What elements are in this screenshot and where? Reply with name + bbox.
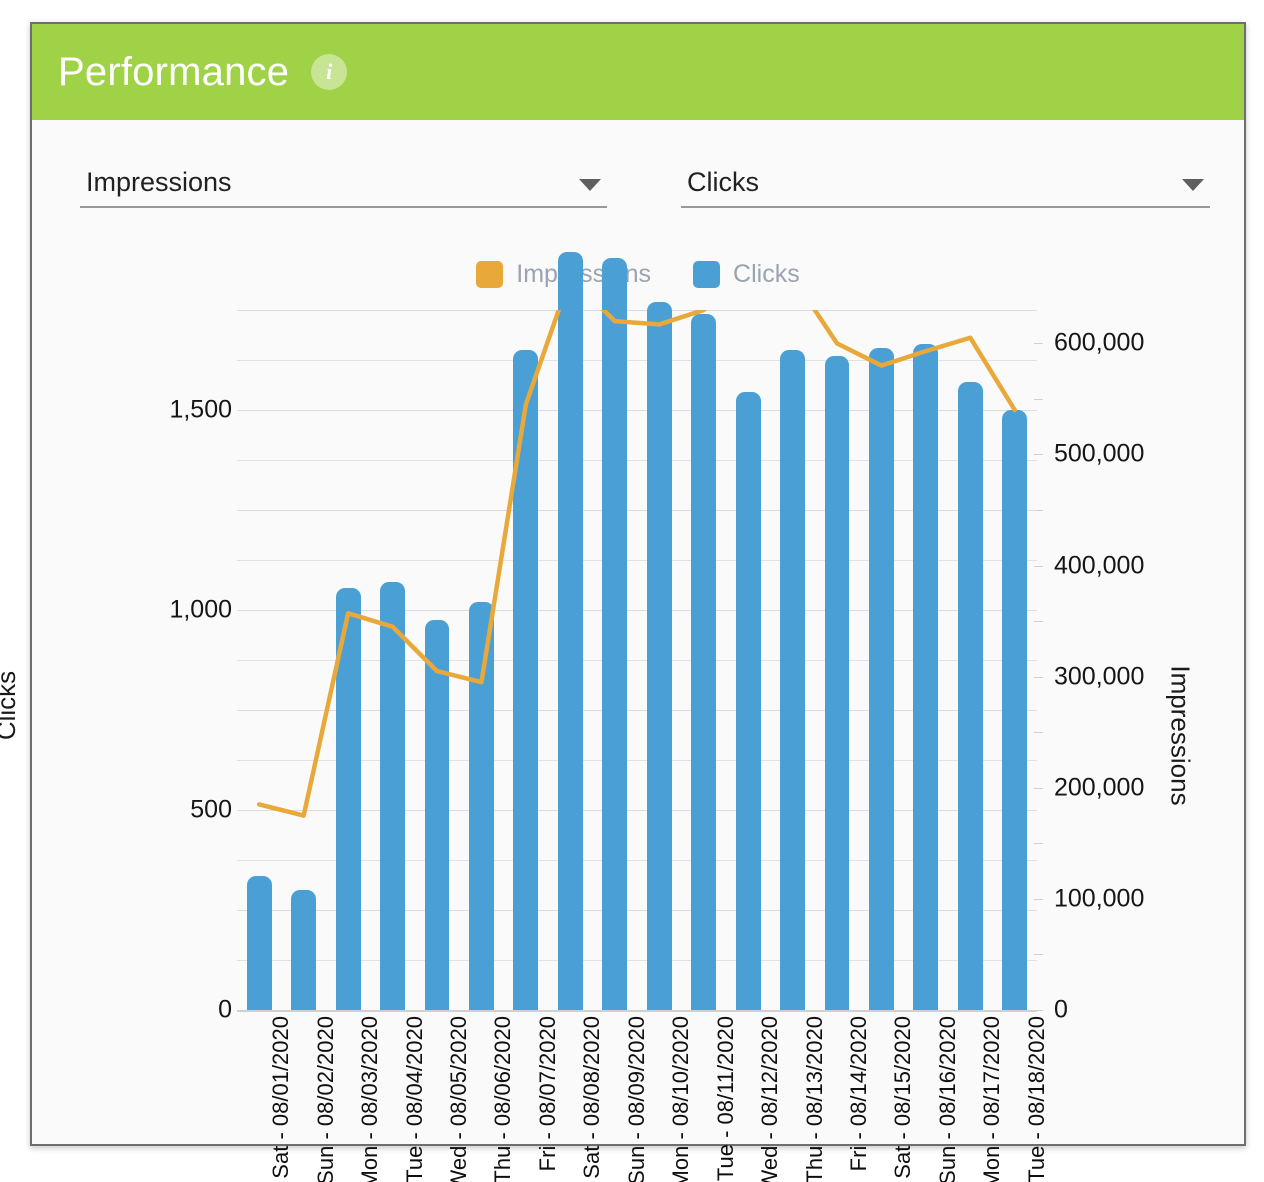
bar-clicks[interactable]: [1002, 410, 1028, 1010]
y-axis-right-tick: 0: [1054, 995, 1068, 1024]
bar-clicks[interactable]: [380, 582, 405, 1010]
chevron-down-icon: [579, 178, 601, 191]
metric-secondary-value: Clicks: [687, 167, 759, 197]
bar-clicks[interactable]: [469, 602, 494, 1010]
x-axis-label: Wed - 08/12/2020: [757, 1016, 783, 1182]
x-axis-label: Sun - 08/09/2020: [623, 1016, 649, 1182]
y-axis-right-ticks: 0 100,000 200,000 300,000 400,000 500,000 600,…: [1034, 310, 1190, 1024]
y-axis-right-tick: 500,000: [1054, 439, 1145, 468]
x-axis-label: Sat - 08/01/2020: [268, 1016, 294, 1179]
x-axis-label: Thu - 08/13/2020: [801, 1016, 827, 1182]
metric-secondary-dropdown[interactable]: Clicks: [681, 167, 1210, 208]
legend-label-impressions: Impressions: [516, 260, 652, 288]
x-axis-label: Sun - 08/16/2020: [934, 1016, 960, 1182]
metric-selector-row: Impressions Clicks: [80, 167, 1210, 208]
x-axis-label: Fri - 08/07/2020: [534, 1016, 560, 1172]
plot-area: [237, 252, 1037, 1012]
x-axis-label: Sat - 08/08/2020: [579, 1016, 605, 1179]
bar-clicks[interactable]: [513, 350, 539, 1010]
y-axis-left-tick: 0: [218, 995, 232, 1024]
bar-clicks[interactable]: [291, 890, 317, 1010]
x-axis-label: Fri - 08/14/2020: [846, 1016, 871, 1172]
y-axis-right-tick: 400,000: [1054, 551, 1145, 580]
bar-clicks[interactable]: [780, 350, 805, 1010]
performance-chart: Clicks Impressions 0 500 1,000 1,500 0 100,0…: [0, 252, 1244, 1182]
legend-label-clicks: Clicks: [733, 260, 800, 288]
y-axis-left-title: Clicks: [0, 670, 22, 741]
info-icon[interactable]: i: [311, 54, 348, 90]
bar-clicks[interactable]: [824, 356, 850, 1010]
y-axis-right-tick: 200,000: [1054, 773, 1145, 802]
x-axis-label: Thu - 08/06/2020: [490, 1016, 516, 1182]
bar-clicks[interactable]: [424, 620, 450, 1010]
y-axis-left-ticks: 0 500 1,000 1,500: [92, 310, 232, 1024]
x-axis-label: Mon - 08/10/2020: [668, 1016, 694, 1182]
bar-series-clicks: [237, 252, 1037, 1010]
x-axis-label: Tue - 08/04/2020: [401, 1016, 427, 1182]
legend-item-clicks[interactable]: Clicks: [693, 260, 800, 289]
chart-legend: Impressions Clicks: [32, 260, 1244, 289]
y-axis-right-tick: 600,000: [1054, 328, 1145, 357]
x-axis-label: Sat - 08/15/2020: [890, 1016, 916, 1179]
page-title: Performance: [58, 50, 290, 94]
x-axis-label: Sun - 08/02/2020: [312, 1016, 338, 1182]
y-axis-left-tick: 500: [190, 795, 232, 824]
card-header: Performance i: [32, 24, 1244, 120]
performance-dashboard: Performance i Impressions Clicks Impress…: [0, 0, 1264, 1182]
bar-clicks[interactable]: [869, 348, 894, 1010]
y-axis-left-tick: 1,000: [169, 595, 232, 624]
x-axis-label: Tue - 08/18/2020: [1023, 1016, 1049, 1182]
y-axis-right-tick: 100,000: [1054, 884, 1145, 913]
x-axis-line: [237, 1010, 1037, 1012]
bar-clicks[interactable]: [957, 382, 983, 1010]
bar-clicks[interactable]: [735, 392, 761, 1010]
bar-clicks[interactable]: [691, 314, 717, 1010]
x-axis-label: Mon - 08/03/2020: [357, 1016, 383, 1182]
x-axis-label: Mon - 08/17/2020: [979, 1016, 1005, 1182]
card-body: Impressions Clicks Impressions Clicks Cl…: [0, 120, 1244, 1182]
bar-clicks[interactable]: [602, 258, 628, 1010]
bar-clicks[interactable]: [646, 302, 672, 1010]
legend-swatch-impressions: [476, 261, 504, 288]
bar-clicks[interactable]: [335, 588, 361, 1010]
legend-swatch-clicks: [693, 261, 721, 288]
bar-clicks[interactable]: [913, 344, 939, 1010]
performance-card: Performance i Impressions Clicks Impress…: [0, 22, 1246, 1182]
metric-primary-dropdown[interactable]: Impressions: [80, 167, 607, 208]
x-axis-label: Tue - 08/11/2020: [712, 1016, 738, 1182]
chevron-down-icon: [1182, 178, 1204, 191]
bar-clicks[interactable]: [557, 252, 583, 1010]
y-axis-right-tick: 300,000: [1054, 662, 1145, 691]
bar-clicks[interactable]: [246, 876, 272, 1010]
metric-primary-value: Impressions: [86, 167, 232, 197]
x-axis-labels: Sat - 08/01/2020 Sun - 08/02/2020 Mon - 08…: [237, 1016, 1049, 1182]
y-axis-left-tick: 1,500: [169, 395, 232, 424]
x-axis-label: Wed - 08/05/2020: [446, 1016, 471, 1182]
